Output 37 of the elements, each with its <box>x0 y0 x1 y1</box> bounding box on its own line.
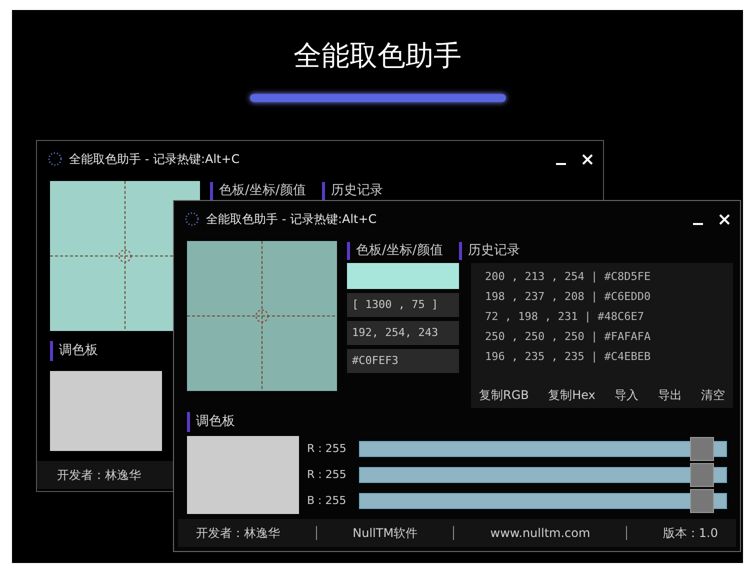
value-field[interactable]: 192, 254, 243 <box>347 321 459 345</box>
close-button[interactable] <box>581 153 593 165</box>
history-button[interactable]: 清空 <box>698 386 727 404</box>
history-button[interactable]: 复制RGB <box>477 386 531 404</box>
slider-thumb[interactable] <box>690 437 714 461</box>
history-entry[interactable]: 250 , 250 , 250 | #FAFAFA <box>485 329 733 345</box>
history-entry[interactable]: 198 , 237 , 208 | #C6EDD0 <box>485 289 733 305</box>
footer-text: 开发者：林逸华 <box>196 525 280 542</box>
tab[interactable]: 历史记录 <box>458 241 520 261</box>
history-button[interactable]: 导入 <box>612 386 641 404</box>
window-title: 全能取色助手 - 记录热键:Alt+C <box>206 211 377 228</box>
history-button[interactable]: 复制Hex <box>546 386 598 404</box>
tab[interactable]: 历史记录 <box>322 181 383 201</box>
footer-text: 开发者：林逸华 <box>57 467 141 484</box>
section-label: 调色板 <box>196 413 235 432</box>
page-title: 全能取色助手 <box>294 38 462 74</box>
slider-thumb[interactable] <box>690 489 714 513</box>
tab[interactable]: 色板/坐标/颜值 <box>210 181 306 201</box>
history-button[interactable]: 导出 <box>656 386 684 404</box>
app-icon <box>184 211 200 227</box>
slider-label: R : 255 <box>307 466 348 483</box>
close-button[interactable] <box>718 213 730 225</box>
footer-text: www.nulltm.com <box>490 525 590 542</box>
value-field[interactable]: [ 1300 , 75 ] <box>347 293 459 317</box>
window-title: 全能取色助手 - 记录热键:Alt+C <box>69 151 240 168</box>
history-entry[interactable]: 72 , 198 , 231 | #48C6E7 <box>485 309 733 325</box>
slider-label: B : 255 <box>307 492 348 509</box>
footer-text: NullTM软件 <box>352 525 418 542</box>
footer-text: 版本：1.0 <box>662 525 718 542</box>
history-entry[interactable]: 196 , 235 , 235 | #C4EBEB <box>485 349 733 365</box>
slider-thumb[interactable] <box>690 463 714 487</box>
value-field[interactable]: #C0FEF3 <box>347 349 459 373</box>
tab[interactable]: 色板/坐标/颜值 <box>347 241 443 261</box>
section-label: 调色板 <box>59 342 98 360</box>
slider-label: R : 255 <box>307 440 348 457</box>
app-icon <box>47 151 63 167</box>
history-entry[interactable]: 200 , 213 , 254 | #C8D5FE <box>485 269 733 285</box>
